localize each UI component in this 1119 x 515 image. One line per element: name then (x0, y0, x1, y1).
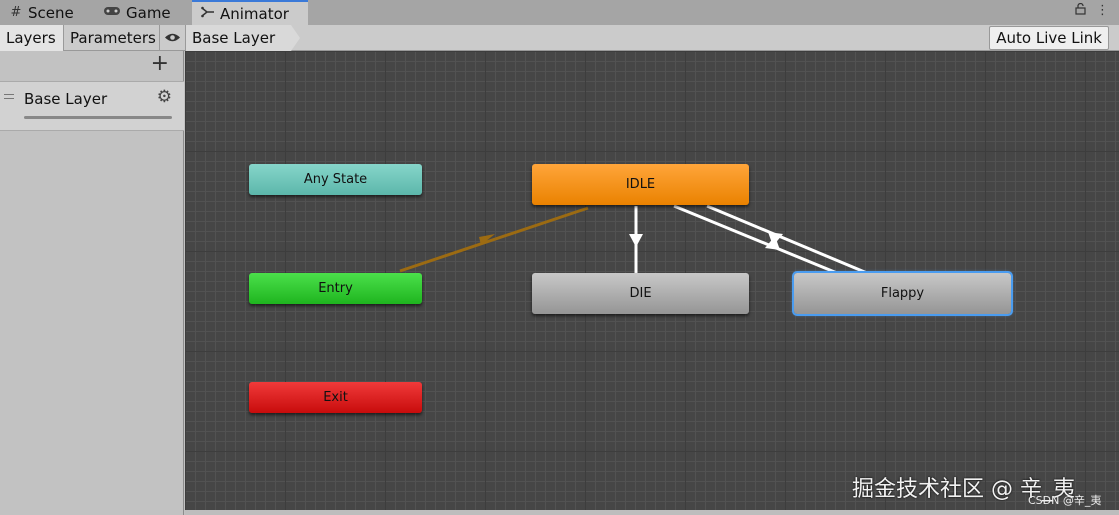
state-label: Entry (318, 281, 353, 296)
state-entry[interactable]: Entry (249, 273, 422, 304)
auto-live-link-label: Auto Live Link (996, 29, 1102, 47)
lock-icon[interactable] (1075, 2, 1086, 19)
layer-weight-bar (24, 116, 172, 119)
breadcrumb-base-layer: Base Layer (192, 29, 276, 47)
transition-idle-to-flappy-line[interactable] (673, 204, 838, 275)
layer-name: Base Layer (24, 90, 108, 108)
state-label: Flappy (880, 286, 925, 301)
state-exit[interactable]: Exit (249, 382, 422, 413)
transition-flappy-to-idle-line[interactable] (706, 204, 868, 275)
state-label: DIE (629, 286, 652, 301)
transition-idle-to-die-arrow (629, 234, 643, 247)
tab-animator-label: Animator (220, 4, 289, 23)
grid-icon: # (10, 5, 22, 20)
drag-handle-icon[interactable] (4, 94, 14, 102)
gear-icon[interactable]: ⚙ (157, 87, 172, 107)
default-transition-line[interactable] (399, 206, 589, 273)
breadcrumb[interactable]: Base Layer (186, 25, 301, 51)
tab-game[interactable]: Game (102, 0, 171, 25)
layers-panel: + Base Layer ⚙ (0, 51, 184, 515)
state-label: Exit (323, 390, 348, 405)
graph-bottom-edge (185, 510, 1119, 515)
parameters-tab-button[interactable]: Parameters (64, 25, 160, 51)
tab-scene[interactable]: # Scene (8, 0, 74, 25)
watermark-subtext: CSDN @辛_夷 (1028, 494, 1102, 507)
eye-icon (164, 29, 181, 47)
layer-item[interactable]: Base Layer ⚙ (0, 81, 184, 131)
gamepad-icon (102, 5, 122, 20)
state-flappy[interactable]: Flappy (792, 271, 1013, 316)
eye-toggle-button[interactable] (160, 25, 186, 51)
tab-game-label: Game (126, 3, 171, 22)
window-controls: ⋮ (1075, 2, 1109, 19)
animator-toolbar: Layers Parameters Base Layer Auto Live L… (0, 25, 1119, 51)
state-label: IDLE (625, 177, 656, 192)
state-machine-graph[interactable]: Any State Entry Exit IDLE DIE Flappy (185, 51, 1119, 510)
state-idle[interactable]: IDLE (532, 164, 749, 205)
state-label: Any State (303, 172, 368, 187)
tab-animator[interactable]: Animator (192, 0, 308, 25)
add-layer-button[interactable]: + (151, 53, 169, 75)
state-any-state[interactable]: Any State (249, 164, 422, 195)
layers-tab-label: Layers (6, 29, 56, 47)
state-die[interactable]: DIE (532, 273, 749, 314)
more-options-icon[interactable]: ⋮ (1096, 3, 1109, 19)
auto-live-link-button[interactable]: Auto Live Link (989, 26, 1109, 50)
tab-bar: # Scene Game Animator ⋮ (0, 0, 1119, 25)
layers-tab-button[interactable]: Layers (0, 25, 64, 51)
tab-scene-label: Scene (28, 3, 74, 22)
animator-icon (200, 6, 216, 22)
parameters-tab-label: Parameters (70, 29, 156, 47)
